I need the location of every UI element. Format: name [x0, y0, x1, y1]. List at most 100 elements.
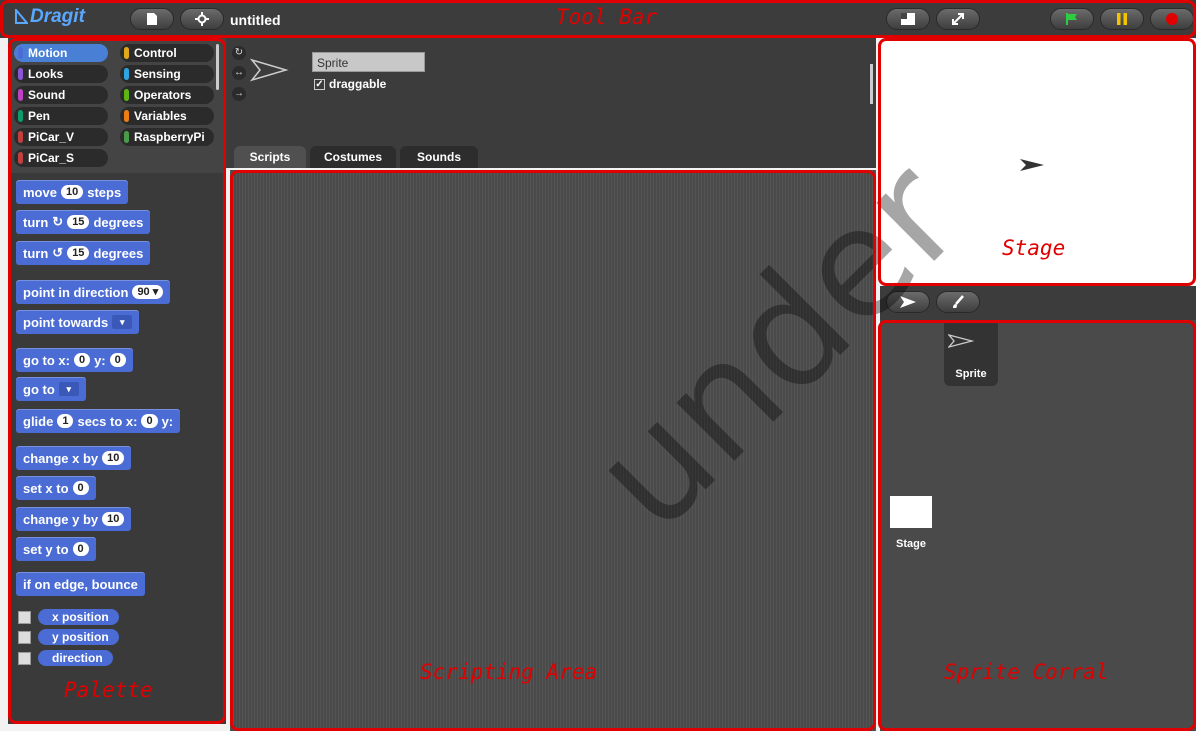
category-label: PiCar_S	[28, 151, 75, 165]
x-input[interactable]: 0	[73, 353, 91, 367]
corral-sprite-label: Sprite	[955, 368, 987, 380]
pause-icon	[1117, 13, 1127, 25]
block-text: change y by	[23, 511, 99, 527]
block-text: secs to x:	[77, 413, 138, 429]
category-color-dot	[124, 110, 129, 122]
x-position-checkbox[interactable]	[18, 611, 31, 624]
palette: Motion Control Looks Sensing Sound Opera…	[8, 38, 226, 724]
dragit-logo[interactable]: Dragit	[14, 6, 85, 28]
block-text: go to	[23, 381, 55, 397]
block-text: point towards	[23, 314, 109, 330]
corral-sprite-thumbnail[interactable]: Sprite	[944, 320, 998, 386]
annotation-label-tool-bar: Tool Bar	[556, 5, 658, 29]
set-y-input[interactable]: 0	[72, 542, 89, 556]
block-set-x[interactable]: set x to 0	[16, 476, 96, 500]
reporter-x-position[interactable]: x position	[38, 609, 119, 625]
checkmark-icon: ✓	[314, 78, 325, 90]
change-y-input[interactable]: 10	[102, 512, 125, 526]
block-glide[interactable]: glide 1 secs to x: 0 y:	[16, 409, 181, 433]
category-label: Variables	[134, 109, 187, 123]
category-label: Looks	[28, 67, 64, 81]
y-input[interactable]: 0	[109, 353, 126, 367]
block-set-y[interactable]: set y to 0	[16, 537, 96, 561]
block-change-y[interactable]: change y by 10	[16, 507, 132, 531]
gear-icon	[195, 12, 209, 26]
scripting-area[interactable]	[230, 170, 876, 731]
category-scrollbar[interactable]	[216, 44, 219, 90]
paint-new-sprite-button[interactable]	[936, 291, 980, 313]
degrees-input[interactable]: 15	[67, 215, 90, 229]
stage-controls	[880, 286, 1196, 320]
set-x-input[interactable]: 0	[72, 481, 89, 495]
green-flag-button[interactable]	[1050, 8, 1094, 30]
turn-clockwise-icon: ↻	[52, 214, 64, 229]
tab-sounds[interactable]: Sounds	[400, 146, 478, 168]
category-color-dot	[18, 89, 23, 101]
block-point-in-direction[interactable]: point in direction 90 ▾	[16, 280, 171, 304]
block-turn-left[interactable]: turn ↺ 15 degrees	[16, 241, 151, 265]
pause-button[interactable]	[1100, 8, 1144, 30]
category-control[interactable]: Control	[120, 44, 214, 62]
file-icon	[147, 13, 157, 25]
sprite-bar-divider	[870, 64, 873, 104]
reporter-y-position[interactable]: y position	[38, 629, 119, 645]
block-text: change x by	[23, 450, 99, 466]
block-if-on-edge-bounce[interactable]: if on edge, bounce	[16, 572, 145, 596]
tab-scripts[interactable]: Scripts	[234, 146, 306, 168]
stop-icon	[1166, 13, 1178, 25]
change-x-input[interactable]: 10	[102, 451, 125, 465]
add-turtle-sprite-button[interactable]	[886, 291, 930, 313]
project-button[interactable]	[130, 8, 174, 30]
category-operators[interactable]: Operators	[120, 86, 214, 104]
corral-stage-label: Stage	[896, 538, 926, 550]
category-label: Sound	[28, 88, 66, 102]
draggable-checkbox[interactable]: ✓ draggable	[314, 77, 386, 91]
y-position-checkbox[interactable]	[18, 631, 31, 644]
rotation-any-button[interactable]: ↻	[232, 46, 246, 60]
block-turn-right[interactable]: turn ↻ 15 degrees	[16, 210, 151, 234]
category-variables[interactable]: Variables	[120, 107, 214, 125]
block-text: set y to	[23, 541, 69, 557]
category-sensing[interactable]: Sensing	[120, 65, 214, 83]
project-title: untitled	[230, 12, 281, 28]
corral-stage-thumbnail[interactable]: Stage	[890, 496, 934, 560]
category-sound[interactable]: Sound	[14, 86, 108, 104]
block-go-to[interactable]: go to ▾	[16, 377, 86, 401]
rotation-left-right-button[interactable]: ↔	[232, 66, 246, 80]
category-selector: Motion Control Looks Sensing Sound Opera…	[8, 38, 226, 173]
reporter-direction[interactable]: direction	[38, 650, 113, 666]
go-to-dropdown[interactable]: ▾	[58, 382, 79, 396]
block-text: steps	[87, 184, 122, 200]
steps-input[interactable]: 10	[60, 185, 84, 199]
draggable-label: draggable	[329, 77, 387, 91]
category-motion[interactable]: Motion	[14, 44, 108, 62]
normal-stage-icon	[901, 13, 915, 25]
category-color-dot	[18, 110, 23, 122]
secs-input[interactable]: 1	[57, 414, 74, 428]
annotation-label-palette: Palette	[64, 678, 153, 702]
stage-thumbnail-image	[890, 496, 932, 528]
category-raspberrypi[interactable]: RaspberryPi	[120, 128, 214, 146]
block-move[interactable]: move 10 steps	[16, 180, 129, 204]
direction-checkbox[interactable]	[18, 652, 31, 665]
category-picar-s[interactable]: PiCar_S	[14, 149, 108, 167]
settings-button[interactable]	[180, 8, 224, 30]
stage-size-button[interactable]	[886, 8, 930, 30]
direction-input[interactable]: 90 ▾	[132, 285, 164, 299]
fullscreen-button[interactable]	[936, 8, 980, 30]
degrees-input[interactable]: 15	[67, 246, 90, 260]
block-point-towards[interactable]: point towards ▾	[16, 310, 140, 334]
green-flag-icon	[1066, 13, 1077, 25]
category-looks[interactable]: Looks	[14, 65, 108, 83]
towards-dropdown[interactable]: ▾	[112, 315, 133, 329]
block-change-x[interactable]: change x by 10	[16, 446, 132, 470]
block-go-to-xy[interactable]: go to x: 0 y: 0	[16, 348, 133, 372]
rotation-none-button[interactable]: →	[232, 87, 246, 101]
stop-button[interactable]	[1150, 8, 1194, 30]
x-input[interactable]: 0	[141, 414, 158, 428]
sprite-name-field[interactable]: Sprite	[312, 52, 425, 72]
sprite-arrow-icon[interactable]	[1020, 158, 1046, 172]
category-pen[interactable]: Pen	[14, 107, 108, 125]
tab-costumes[interactable]: Costumes	[310, 146, 396, 168]
category-picar-v[interactable]: PiCar_V	[14, 128, 108, 146]
